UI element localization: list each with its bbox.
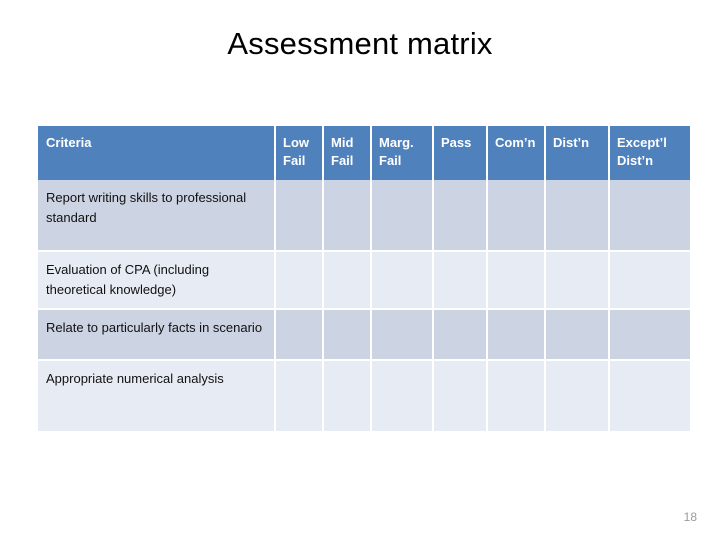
cell-criteria: Evaluation of CPA (including theoretical… bbox=[38, 252, 276, 311]
cell-marg-fail[interactable] bbox=[372, 361, 434, 432]
cell-dist-n[interactable] bbox=[546, 361, 610, 432]
cell-low-fail[interactable] bbox=[276, 361, 324, 432]
cell-dist-n[interactable] bbox=[546, 180, 610, 252]
page-number: 18 bbox=[683, 510, 697, 524]
page-title: Assessment matrix bbox=[227, 26, 493, 61]
column-header-exceptl-dist-n[interactable]: Except’l Dist’n bbox=[610, 126, 690, 180]
assessment-matrix-table: Criteria Low Fail Mid Fail Marg. Fail Pa… bbox=[38, 126, 690, 432]
cell-mid-fail[interactable] bbox=[324, 310, 372, 362]
cell-low-fail[interactable] bbox=[276, 252, 324, 311]
column-header-com-n[interactable]: Com’n bbox=[488, 126, 546, 180]
column-header-marg-fail[interactable]: Marg. Fail bbox=[372, 126, 434, 180]
cell-com-n[interactable] bbox=[488, 361, 546, 432]
cell-dist-n[interactable] bbox=[546, 310, 610, 362]
column-header-dist-n[interactable]: Dist’n bbox=[546, 126, 610, 180]
cell-com-n[interactable] bbox=[488, 252, 546, 311]
cell-pass[interactable] bbox=[434, 252, 488, 311]
cell-mid-fail[interactable] bbox=[324, 180, 372, 252]
table-row: Report writing skills to professional st… bbox=[38, 180, 690, 252]
cell-marg-fail[interactable] bbox=[372, 310, 434, 362]
cell-com-n[interactable] bbox=[488, 310, 546, 362]
column-header-criteria[interactable]: Criteria bbox=[38, 126, 276, 180]
cell-exceptl-dist-n[interactable] bbox=[610, 361, 690, 432]
cell-dist-n[interactable] bbox=[546, 252, 610, 311]
cell-mid-fail[interactable] bbox=[324, 252, 372, 311]
criteria-label: Appropriate numerical analysis bbox=[46, 371, 224, 387]
criteria-label: Report writing skills to professional st… bbox=[46, 190, 247, 226]
column-header-pass[interactable]: Pass bbox=[434, 126, 488, 180]
table-row: Relate to particularly facts in scenario bbox=[38, 310, 690, 362]
cell-criteria: Report writing skills to professional st… bbox=[38, 180, 276, 252]
table-row: Evaluation of CPA (including theoretical… bbox=[38, 252, 690, 311]
cell-low-fail[interactable] bbox=[276, 310, 324, 362]
cell-exceptl-dist-n[interactable] bbox=[610, 310, 690, 362]
criteria-label: Relate to particularly facts in scenario bbox=[46, 320, 263, 336]
table-header-row: Criteria Low Fail Mid Fail Marg. Fail Pa… bbox=[38, 126, 690, 180]
cell-marg-fail[interactable] bbox=[372, 180, 434, 252]
cell-pass[interactable] bbox=[434, 361, 488, 432]
criteria-label: Evaluation of CPA (including theoretical… bbox=[46, 262, 210, 298]
cell-exceptl-dist-n[interactable] bbox=[610, 180, 690, 252]
table-body: Report writing skills to professional st… bbox=[38, 180, 690, 432]
cell-pass[interactable] bbox=[434, 310, 488, 362]
cell-criteria: Appropriate numerical analysis bbox=[38, 361, 276, 432]
cell-pass[interactable] bbox=[434, 180, 488, 252]
cell-mid-fail[interactable] bbox=[324, 361, 372, 432]
slide-canvas: Assessment matrix Criteria Low Fail Mid … bbox=[0, 0, 720, 540]
table-row: Appropriate numerical analysis bbox=[38, 361, 690, 432]
cell-criteria: Relate to particularly facts in scenario bbox=[38, 310, 276, 362]
cell-com-n[interactable] bbox=[488, 180, 546, 252]
column-header-mid-fail[interactable]: Mid Fail bbox=[324, 126, 372, 180]
cell-low-fail[interactable] bbox=[276, 180, 324, 252]
cell-marg-fail[interactable] bbox=[372, 252, 434, 311]
column-header-low-fail[interactable]: Low Fail bbox=[276, 126, 324, 180]
cell-exceptl-dist-n[interactable] bbox=[610, 252, 690, 311]
